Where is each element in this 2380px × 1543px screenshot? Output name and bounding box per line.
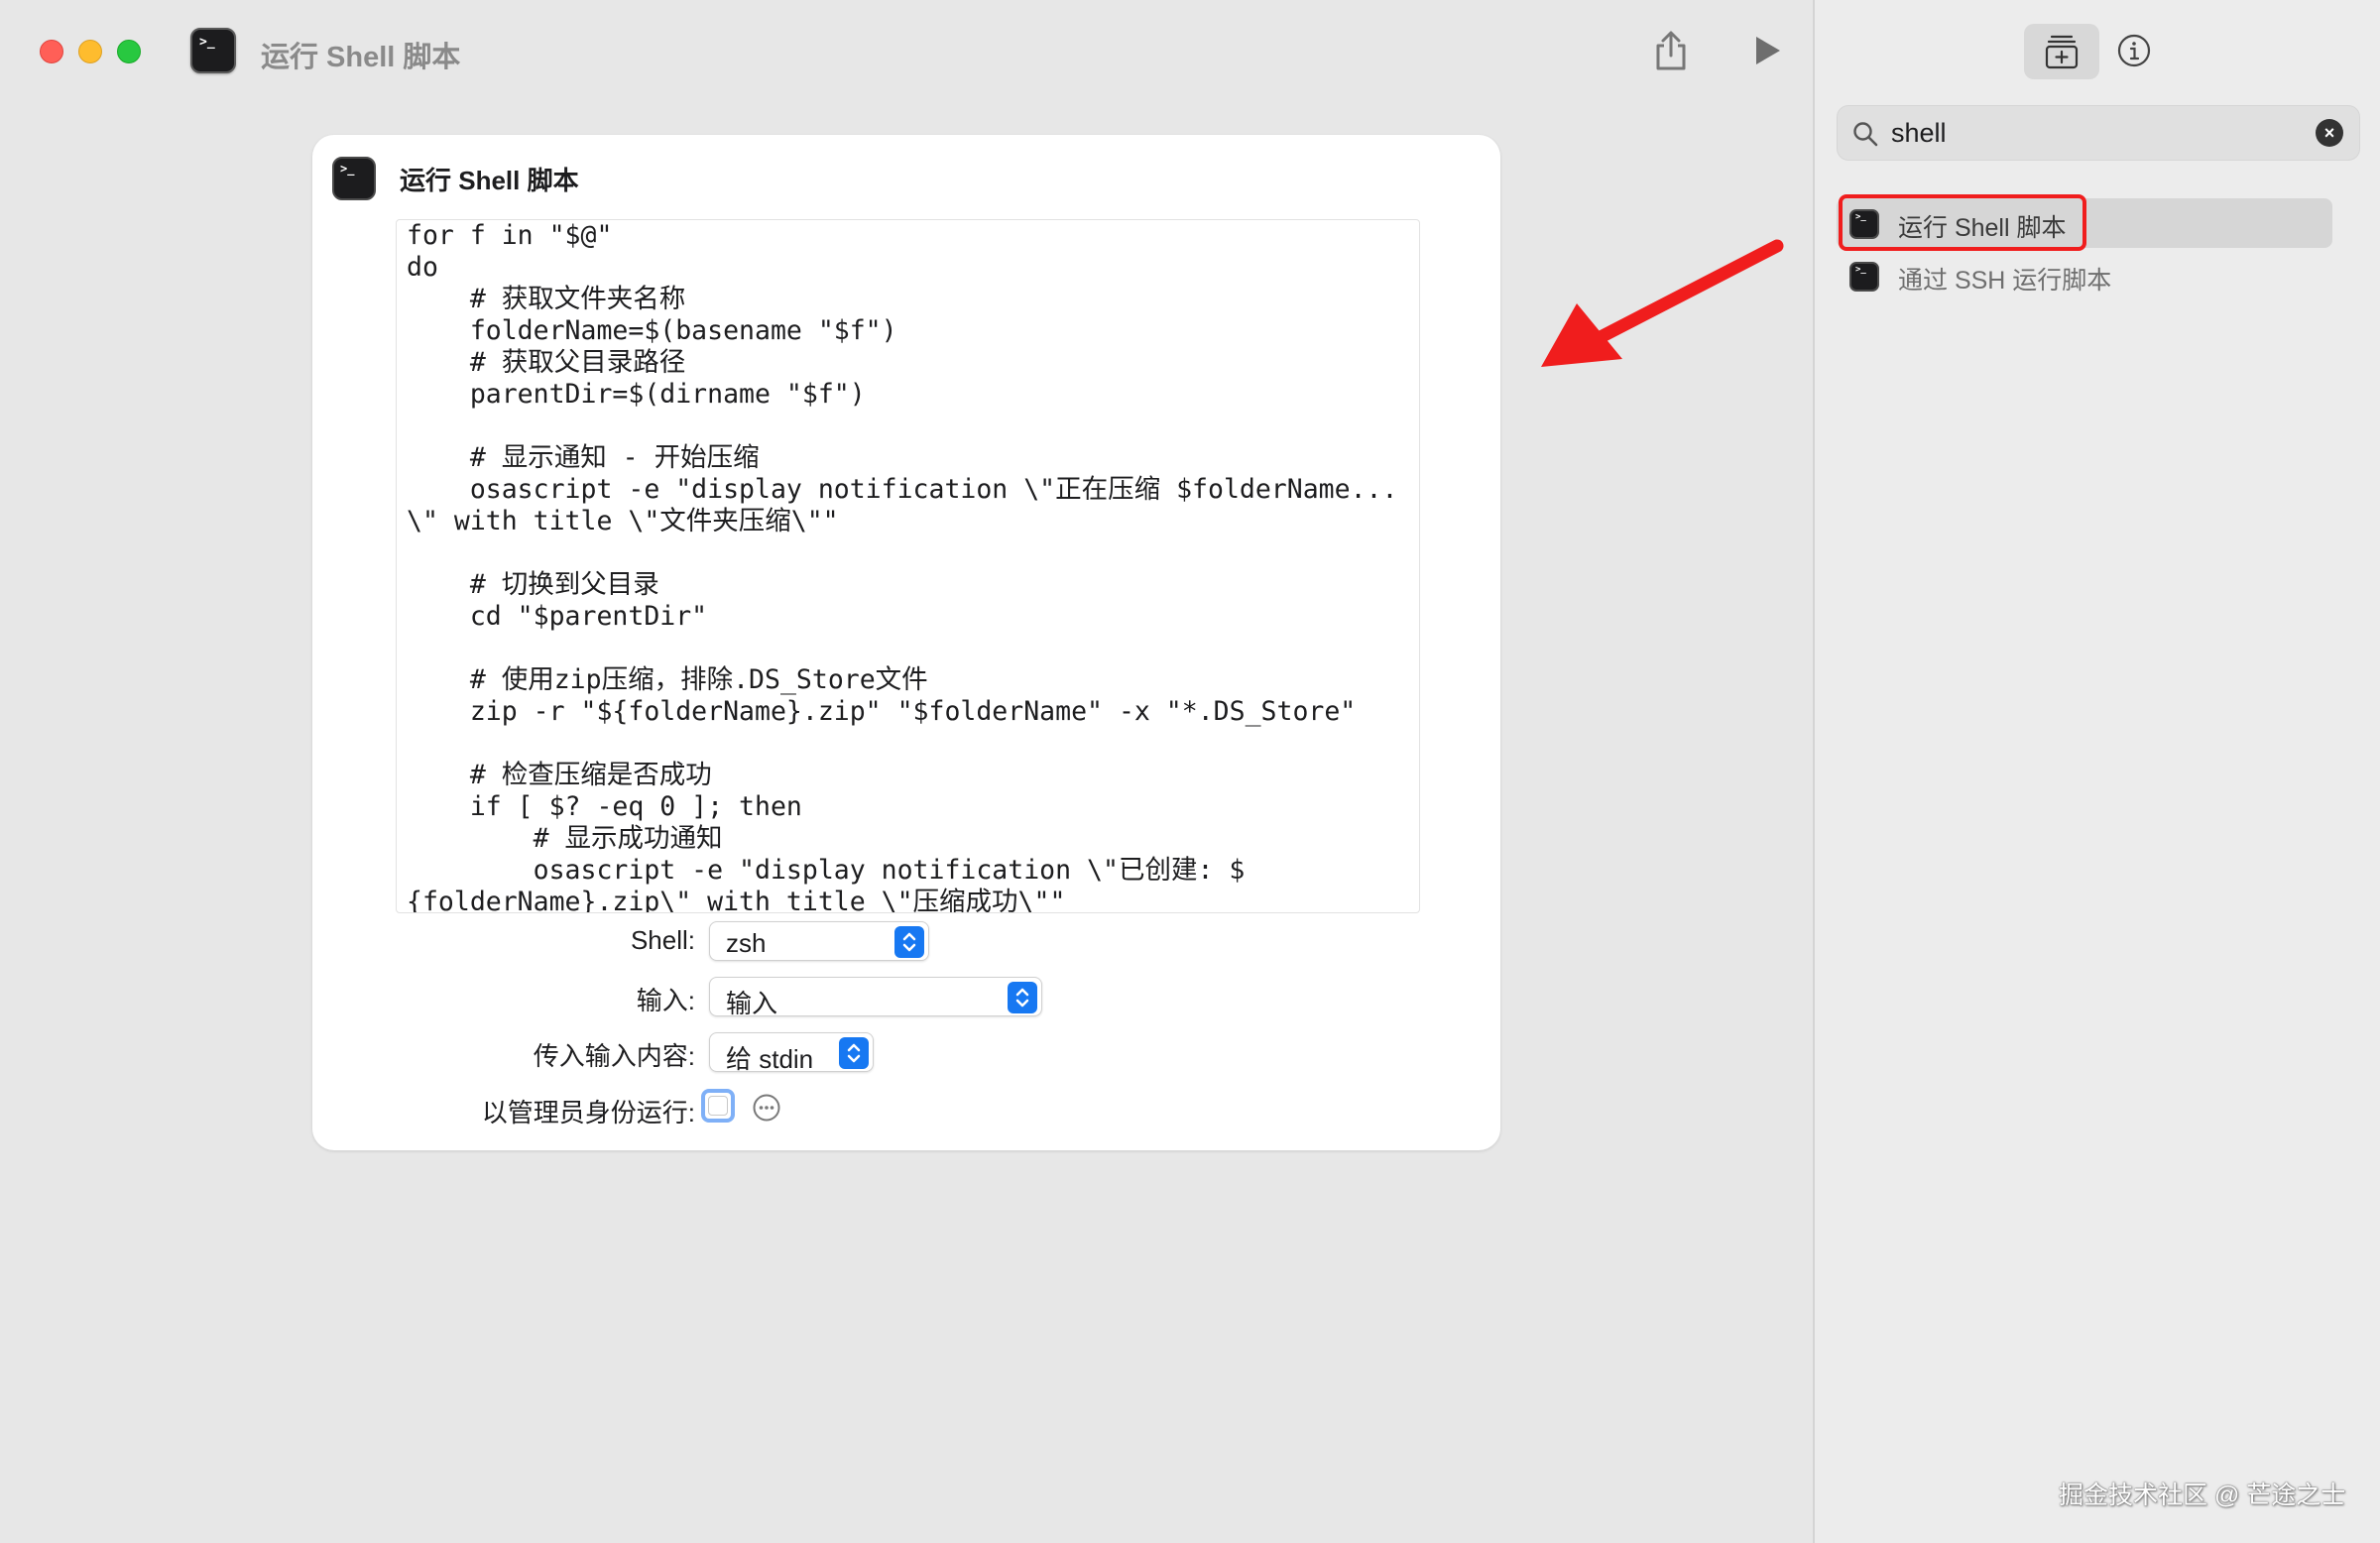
close-window-button[interactable]: [40, 40, 63, 63]
chevron-up-down-icon: [1008, 982, 1037, 1013]
annotation-arrow: [1541, 239, 1784, 367]
search-input[interactable]: [1891, 114, 2298, 152]
input-value: 输入: [726, 989, 778, 1018]
chevron-up-down-icon: [894, 926, 924, 958]
play-icon: [1756, 37, 1780, 64]
run-button[interactable]: [1753, 34, 1783, 67]
action-search-box: ×: [1837, 105, 2360, 161]
run-as-admin-label: 以管理员身份运行:: [481, 1098, 695, 1128]
terminal-icon: >_: [190, 28, 236, 73]
tab-action-library[interactable]: [2024, 24, 2099, 79]
pass-input-label: 传入输入内容:: [533, 1041, 695, 1071]
chevron-up-down-icon: [839, 1037, 869, 1069]
shell-label: Shell:: [630, 925, 695, 955]
window-title: 运行 Shell 脚本: [261, 42, 461, 73]
annotation-highlight-box: [1839, 194, 2086, 251]
result-item-run-script-over-ssh[interactable]: >_ 通过 SSH 运行脚本: [1837, 251, 2332, 300]
search-icon: [1853, 122, 1878, 147]
shortcuts-window: >_ 运行 Shell 脚本 >_ 运行 Shell 脚本 for f in "…: [0, 0, 2380, 1543]
pass-input-value: 给 stdin: [726, 1044, 814, 1074]
run-shell-script-action-card: >_ 运行 Shell 脚本 for f in "$@" do # 获取文件夹名…: [312, 135, 1500, 1150]
close-icon: ×: [2323, 123, 2335, 143]
input-label: 输入:: [636, 986, 695, 1015]
script-editor[interactable]: for f in "$@" do # 获取文件夹名称 folderName=$(…: [396, 219, 1420, 913]
minimize-window-button[interactable]: [78, 40, 102, 63]
more-options-button[interactable]: [752, 1093, 781, 1123]
watermark: 掘金技术社区 @ 芒途之士: [2059, 1482, 2346, 1509]
input-popup[interactable]: 输入: [709, 977, 1042, 1018]
script-text: for f in "$@" do # 获取文件夹名称 folderName=$(…: [407, 220, 1398, 913]
action-title: 运行 Shell 脚本: [400, 166, 579, 195]
pass-input-popup[interactable]: 给 stdin: [709, 1032, 874, 1074]
terminal-icon: >_: [1849, 262, 1879, 292]
shell-popup[interactable]: zsh: [709, 921, 929, 961]
run-as-admin-checkbox[interactable]: [701, 1089, 735, 1123]
add-action-library-icon: [2045, 35, 2079, 69]
clear-search-button[interactable]: ×: [2316, 119, 2343, 147]
shell-value: zsh: [726, 928, 767, 958]
maximize-window-button[interactable]: [117, 40, 141, 63]
result-label: 通过 SSH 运行脚本: [1898, 267, 2112, 295]
info-icon: [2117, 34, 2151, 67]
ellipsis-circle-icon: [753, 1094, 780, 1122]
terminal-icon: >_: [332, 157, 376, 200]
share-icon: [1656, 31, 1686, 70]
tab-info[interactable]: [2116, 33, 2152, 68]
share-button[interactable]: [1651, 30, 1691, 71]
